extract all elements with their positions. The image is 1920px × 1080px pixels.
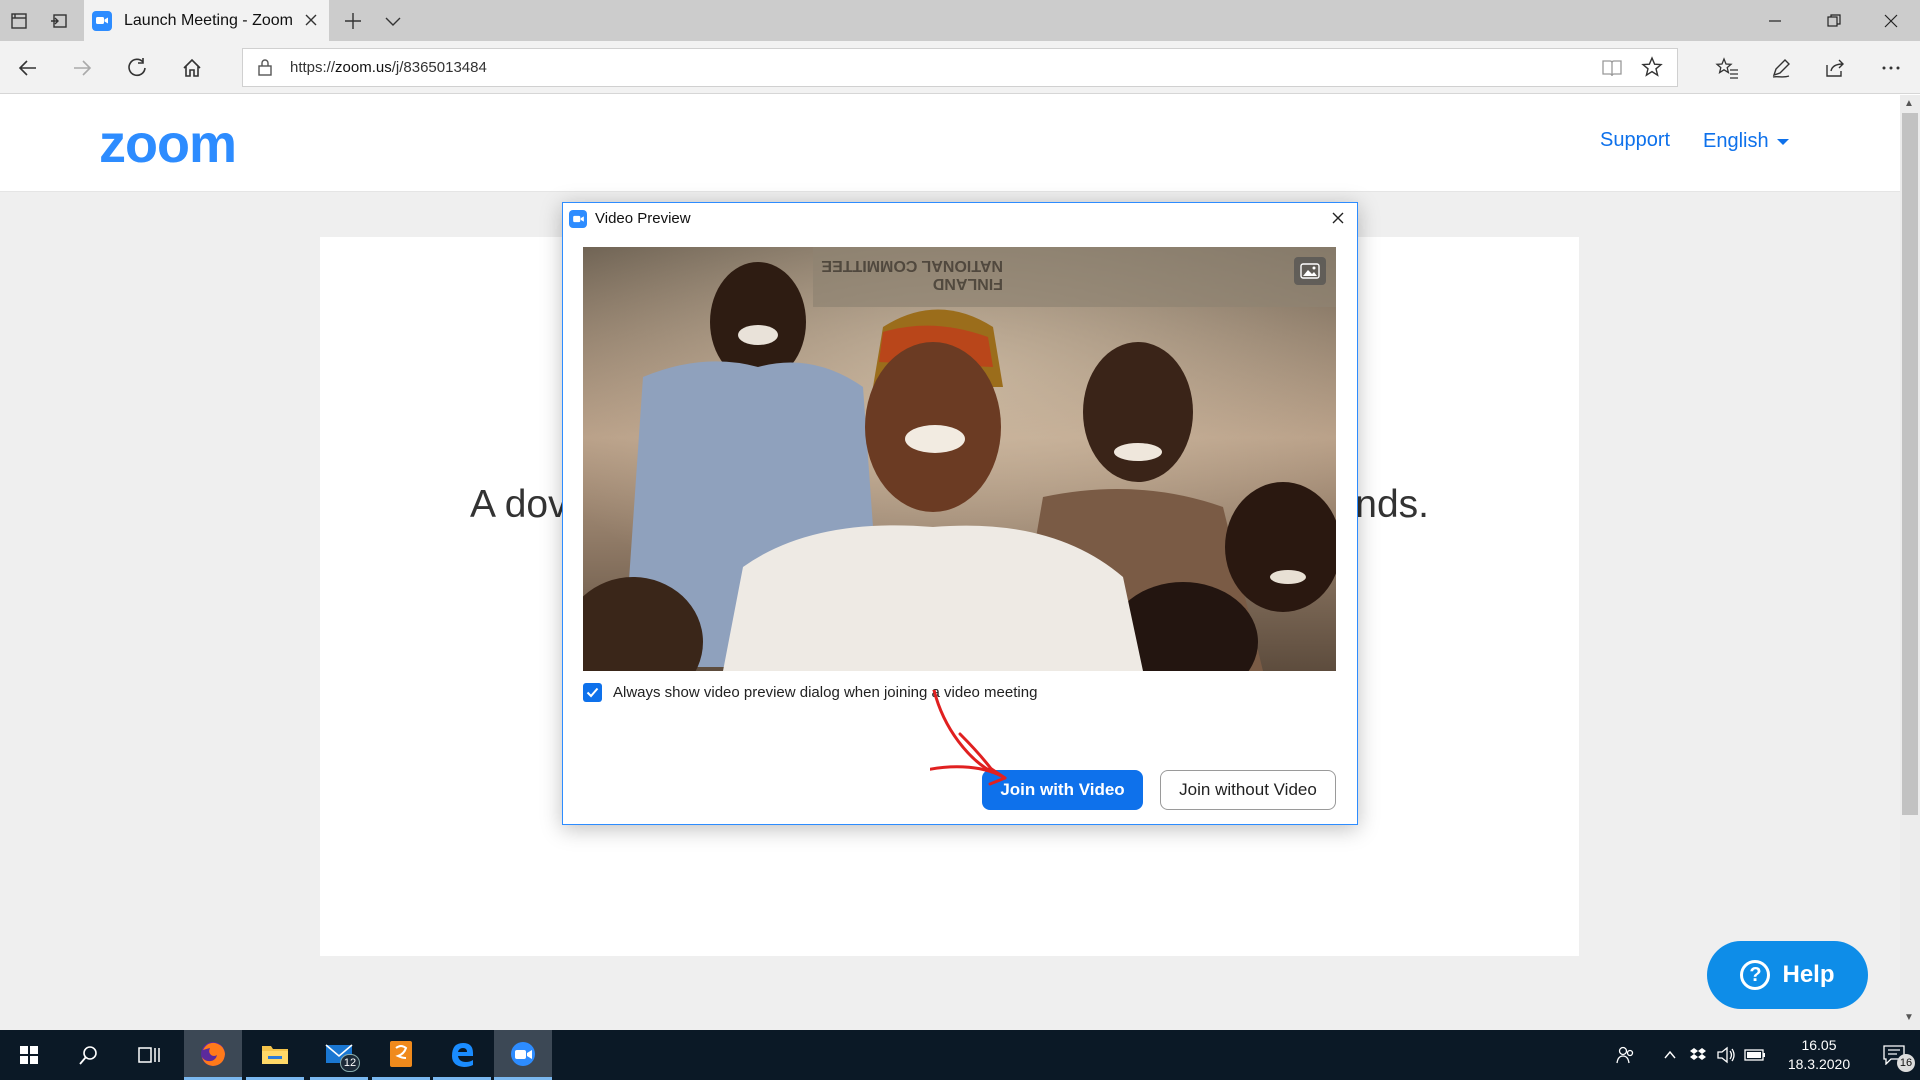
chevron-up-icon[interactable] [1658, 1030, 1682, 1080]
browser-navbar: https://zoom.us/j/8365013484 [0, 41, 1920, 94]
file-explorer-icon[interactable] [246, 1030, 304, 1080]
pen-icon[interactable] [1765, 52, 1797, 84]
notification-badge: 16 [1897, 1054, 1915, 1072]
background-icon[interactable] [1294, 257, 1326, 285]
favorites-icon[interactable] [1711, 52, 1743, 84]
dialog-title: Video Preview [595, 210, 691, 227]
language-selector[interactable]: English [1703, 130, 1789, 153]
firefox-icon[interactable] [184, 1030, 242, 1080]
zoom-icon [569, 209, 587, 228]
pdf-icon[interactable] [372, 1030, 430, 1080]
lock-icon[interactable] [257, 58, 273, 81]
zoom-icon [92, 10, 112, 31]
join-without-video-button[interactable]: Join without Video [1160, 770, 1336, 810]
address-bar[interactable]: https://zoom.us/j/8365013484 [242, 48, 1678, 87]
set-aside-icon[interactable] [46, 8, 72, 34]
language-label: English [1703, 130, 1769, 152]
scroll-down-icon[interactable]: ▼ [1904, 1012, 1914, 1023]
help-label: Help [1782, 961, 1835, 988]
dialog-titlebar[interactable]: Video Preview [563, 203, 1357, 234]
forward-icon[interactable] [66, 52, 98, 84]
back-icon[interactable] [12, 52, 44, 84]
close-icon[interactable] [1327, 207, 1349, 229]
card-message-right: nds. [1355, 483, 1429, 526]
people-icon[interactable] [1610, 1030, 1640, 1080]
mail-icon[interactable]: 12 [310, 1030, 368, 1080]
tab-actions-icon[interactable] [6, 8, 32, 34]
url-path: /j/8365013484 [391, 59, 487, 76]
more-icon[interactable] [1875, 52, 1907, 84]
support-link[interactable]: Support [1600, 129, 1670, 152]
edge-icon[interactable] [433, 1030, 491, 1080]
system-clock[interactable]: 16.05 18.3.2020 [1774, 1036, 1864, 1074]
task-view-icon[interactable] [120, 1030, 178, 1080]
sign-text-2: FINLAND [933, 275, 1003, 292]
home-icon[interactable] [176, 52, 208, 84]
tab-title: Launch Meeting - Zoom [124, 11, 293, 29]
help-button[interactable]: ? Help [1707, 941, 1868, 1009]
card-message-left: A dov [470, 483, 568, 526]
dropbox-icon[interactable] [1686, 1030, 1710, 1080]
address-text[interactable]: https://zoom.us/j/8365013484 [290, 59, 487, 76]
caret-down-icon [1776, 138, 1789, 145]
camera-feed-image: NATIONAL COMMITTEE FINLAND [583, 247, 1336, 671]
search-icon[interactable] [60, 1030, 118, 1080]
share-icon[interactable] [1819, 52, 1851, 84]
mail-badge: 12 [340, 1054, 360, 1072]
star-icon[interactable] [1641, 56, 1663, 83]
reading-view-icon[interactable] [1601, 57, 1623, 84]
browser-titlebar: Launch Meeting - Zoom [0, 0, 1920, 41]
camera-preview: NATIONAL COMMITTEE FINLAND [583, 247, 1336, 671]
scroll-up-icon[interactable]: ▲ [1904, 98, 1914, 109]
url-host: zoom.us [335, 59, 392, 76]
notification-icon[interactable]: 16 [1868, 1030, 1920, 1080]
check-icon [586, 687, 599, 698]
close-icon[interactable] [301, 10, 321, 30]
minimize-icon[interactable] [1747, 0, 1803, 41]
sign-text-1: NATIONAL COMMITTEE [821, 257, 1003, 274]
plus-icon[interactable] [340, 8, 366, 34]
zoom-logo[interactable]: zoom [99, 113, 237, 175]
scrollbar-thumb[interactable] [1902, 113, 1918, 815]
site-header: zoom Support English [0, 95, 1900, 192]
close-icon[interactable] [1863, 0, 1919, 41]
chevron-down-icon[interactable] [380, 8, 406, 34]
always-show-preview-checkbox[interactable] [583, 683, 602, 702]
question-icon: ? [1740, 960, 1771, 990]
volume-icon[interactable] [1714, 1030, 1738, 1080]
zoom-taskbar-icon[interactable] [494, 1030, 552, 1080]
tab-launch-meeting[interactable]: Launch Meeting - Zoom [84, 0, 329, 41]
battery-icon[interactable] [1742, 1030, 1768, 1080]
url-protocol: https:// [290, 59, 336, 76]
refresh-icon[interactable] [121, 52, 153, 84]
annotation-arrow [930, 690, 1007, 786]
restore-icon[interactable] [1806, 0, 1862, 41]
windows-icon[interactable] [0, 1030, 58, 1080]
clock-date: 18.3.2020 [1787, 1056, 1851, 1072]
windows-taskbar: 12 16.05 18.3.2020 16 [0, 1030, 1920, 1080]
clock-time: 16.05 [1801, 1037, 1837, 1053]
